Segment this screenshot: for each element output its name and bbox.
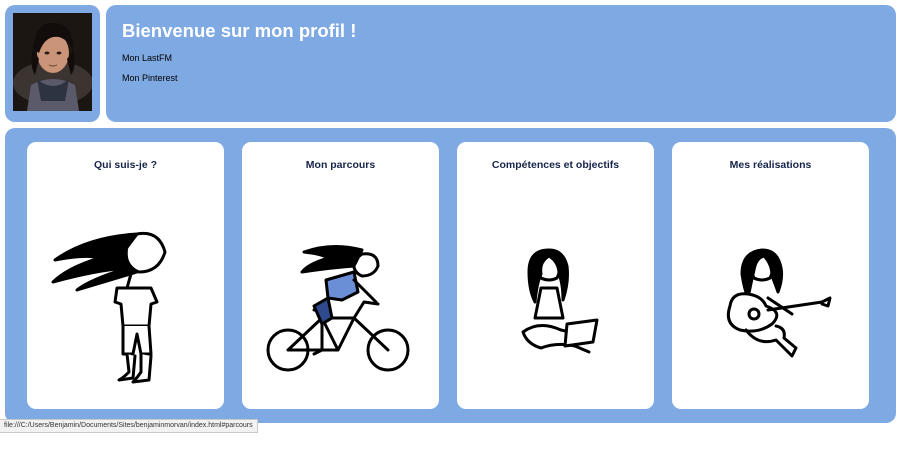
avatar xyxy=(13,13,92,111)
avatar-panel xyxy=(5,5,100,122)
header-panel: Bienvenue sur mon profil ! Mon LastFM Mo… xyxy=(106,5,896,122)
person-with-laptop-illustration-icon xyxy=(521,248,599,354)
card-qui-suis-je[interactable]: Qui suis-je ? xyxy=(27,142,224,409)
cards-panel: Qui suis-je ? Mon parcours Compétences e… xyxy=(5,128,896,423)
browser-status-bar: file:///C:/Users/Benjamin/Documents/Site… xyxy=(0,419,258,433)
pinterest-link[interactable]: Mon Pinterest xyxy=(122,73,178,83)
card-mes-realisations[interactable]: Mes réalisations xyxy=(672,142,869,409)
windblown-person-illustration-icon xyxy=(51,231,167,384)
person-with-guitar-illustration-icon xyxy=(726,248,832,358)
lastfm-link[interactable]: Mon LastFM xyxy=(122,53,172,63)
card-mon-parcours[interactable]: Mon parcours xyxy=(242,142,439,409)
page-title: Bienvenue sur mon profil ! xyxy=(122,20,357,41)
person-on-bicycle-illustration-icon xyxy=(266,245,410,372)
card-competences-objectifs[interactable]: Compétences et objectifs xyxy=(457,142,654,409)
